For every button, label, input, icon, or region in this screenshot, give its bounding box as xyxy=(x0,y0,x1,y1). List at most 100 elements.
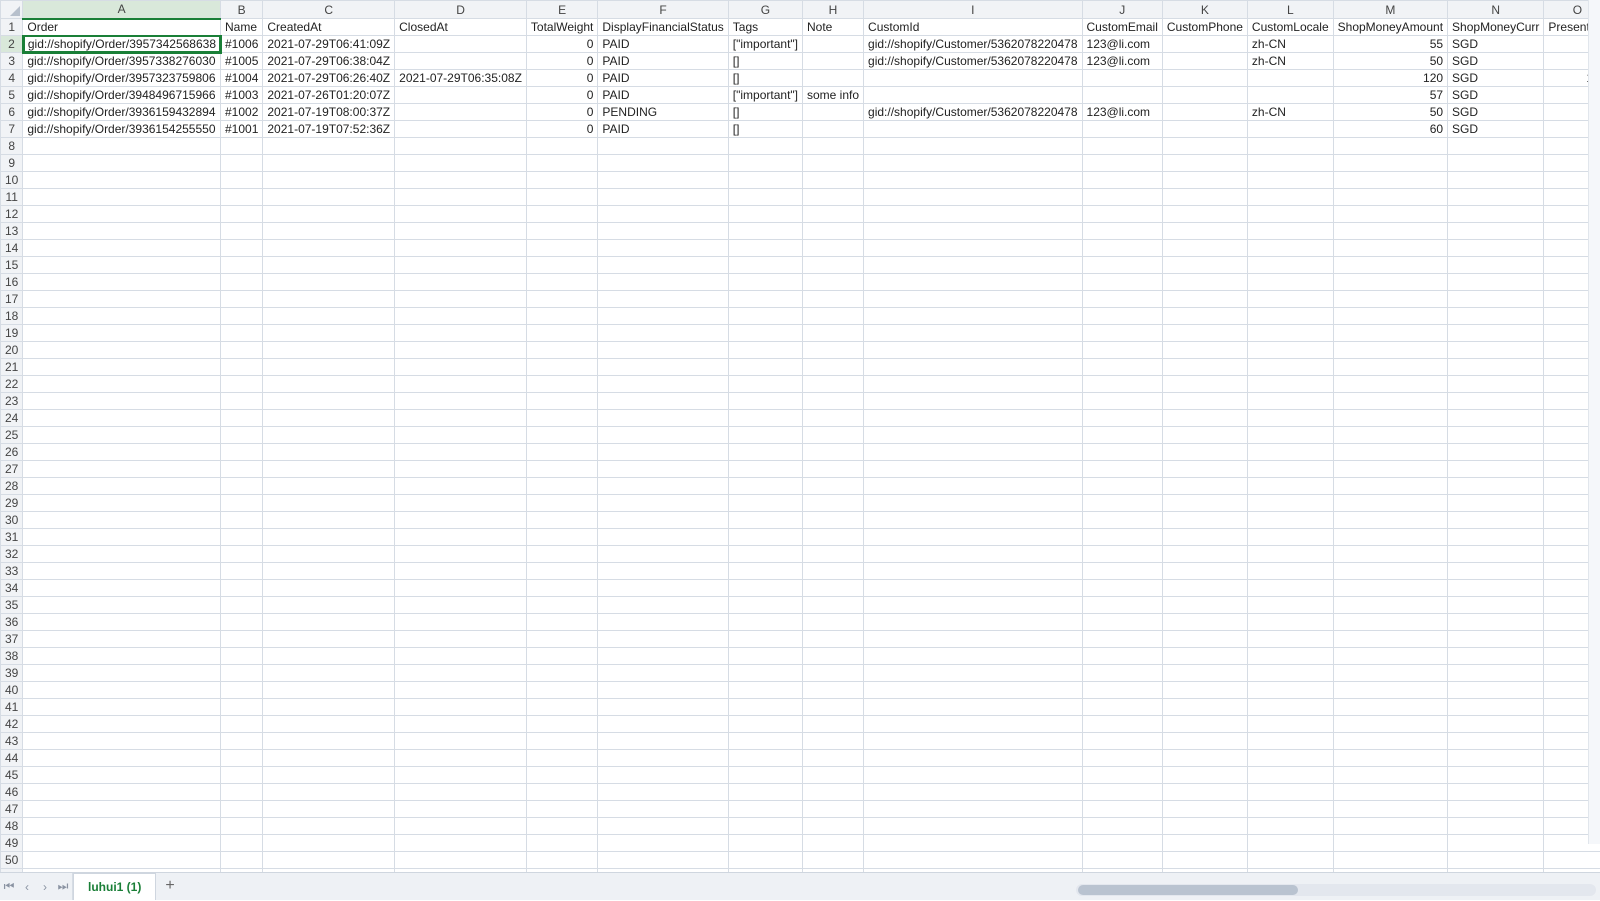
row-header-5[interactable]: 5 xyxy=(1,87,23,104)
cell[interactable] xyxy=(263,835,395,852)
cell[interactable] xyxy=(864,359,1082,376)
cell[interactable] xyxy=(1247,240,1333,257)
cell[interactable] xyxy=(803,444,864,461)
cell[interactable] xyxy=(263,767,395,784)
cell[interactable] xyxy=(23,342,221,359)
cell[interactable] xyxy=(864,546,1082,563)
cell[interactable] xyxy=(598,835,728,852)
cell[interactable] xyxy=(1247,359,1333,376)
cell[interactable] xyxy=(23,699,221,716)
cell[interactable] xyxy=(263,818,395,835)
cell[interactable]: PAID xyxy=(598,53,728,70)
cell[interactable] xyxy=(803,835,864,852)
cell[interactable] xyxy=(864,529,1082,546)
cell[interactable] xyxy=(598,801,728,818)
cell[interactable] xyxy=(395,546,527,563)
row-header-42[interactable]: 42 xyxy=(1,716,23,733)
cell[interactable] xyxy=(221,240,263,257)
cell[interactable] xyxy=(1082,172,1162,189)
column-header-J[interactable]: J xyxy=(1082,1,1162,19)
cell[interactable] xyxy=(23,546,221,563)
cell[interactable] xyxy=(1082,478,1162,495)
cell[interactable] xyxy=(221,138,263,155)
cell[interactable] xyxy=(728,223,802,240)
cell[interactable] xyxy=(864,189,1082,206)
cell[interactable] xyxy=(395,580,527,597)
cell[interactable] xyxy=(1333,631,1447,648)
cell[interactable] xyxy=(1082,818,1162,835)
cell[interactable]: SGD xyxy=(1448,53,1544,70)
cell[interactable] xyxy=(263,478,395,495)
cell[interactable] xyxy=(1448,529,1544,546)
cell[interactable] xyxy=(526,784,597,801)
cell[interactable] xyxy=(1082,410,1162,427)
header-cell-CustomEmail[interactable]: CustomEmail xyxy=(1082,19,1162,36)
cell[interactable] xyxy=(803,359,864,376)
cell[interactable] xyxy=(221,495,263,512)
cell[interactable] xyxy=(221,852,263,869)
row-header-24[interactable]: 24 xyxy=(1,410,23,427)
cell[interactable] xyxy=(1333,461,1447,478)
cell[interactable] xyxy=(263,563,395,580)
cell[interactable] xyxy=(1247,750,1333,767)
cell[interactable] xyxy=(23,665,221,682)
cell[interactable] xyxy=(1448,359,1544,376)
cell[interactable] xyxy=(1247,614,1333,631)
cell[interactable] xyxy=(23,189,221,206)
cell[interactable] xyxy=(526,546,597,563)
cell[interactable] xyxy=(803,801,864,818)
cell[interactable] xyxy=(263,427,395,444)
cell[interactable] xyxy=(221,529,263,546)
cell[interactable] xyxy=(395,784,527,801)
row-header-30[interactable]: 30 xyxy=(1,512,23,529)
sheet-tab-active[interactable]: luhui1 (1) xyxy=(73,873,156,900)
cell[interactable] xyxy=(526,733,597,750)
cell[interactable] xyxy=(864,818,1082,835)
cell[interactable] xyxy=(1448,257,1544,274)
cell[interactable] xyxy=(1247,393,1333,410)
cell[interactable] xyxy=(221,393,263,410)
cell[interactable] xyxy=(864,580,1082,597)
header-cell-CustomLocale[interactable]: CustomLocale xyxy=(1247,19,1333,36)
cell[interactable] xyxy=(803,240,864,257)
cell[interactable] xyxy=(263,529,395,546)
cell[interactable] xyxy=(526,699,597,716)
cell[interactable] xyxy=(728,665,802,682)
cell[interactable] xyxy=(1247,478,1333,495)
row-header-20[interactable]: 20 xyxy=(1,342,23,359)
cell[interactable] xyxy=(728,461,802,478)
cell[interactable] xyxy=(263,852,395,869)
cell[interactable] xyxy=(803,512,864,529)
cell[interactable] xyxy=(1448,393,1544,410)
row-header-28[interactable]: 28 xyxy=(1,478,23,495)
cell[interactable] xyxy=(263,393,395,410)
column-header-I[interactable]: I xyxy=(864,1,1082,19)
cell[interactable] xyxy=(864,223,1082,240)
cell[interactable] xyxy=(1162,274,1247,291)
cell[interactable] xyxy=(1162,784,1247,801)
cell[interactable]: 55 xyxy=(1333,36,1447,53)
cell[interactable] xyxy=(526,835,597,852)
cell[interactable]: 123@li.com xyxy=(1082,53,1162,70)
row-header-12[interactable]: 12 xyxy=(1,206,23,223)
cell[interactable] xyxy=(395,563,527,580)
cell[interactable] xyxy=(23,359,221,376)
cell[interactable] xyxy=(1333,801,1447,818)
cell[interactable] xyxy=(728,342,802,359)
cell[interactable] xyxy=(526,580,597,597)
cell[interactable] xyxy=(1333,716,1447,733)
cell[interactable] xyxy=(23,206,221,223)
cell[interactable] xyxy=(526,665,597,682)
cell[interactable] xyxy=(864,87,1082,104)
cell[interactable] xyxy=(864,393,1082,410)
cell[interactable] xyxy=(728,189,802,206)
row-header-45[interactable]: 45 xyxy=(1,767,23,784)
cell[interactable] xyxy=(1082,699,1162,716)
cell[interactable] xyxy=(1448,597,1544,614)
cell[interactable]: PAID xyxy=(598,87,728,104)
column-header-A[interactable]: A xyxy=(23,1,221,19)
cell[interactable] xyxy=(1448,716,1544,733)
cell[interactable]: ["important"] xyxy=(728,87,802,104)
cell[interactable] xyxy=(395,36,527,53)
cell[interactable] xyxy=(221,410,263,427)
